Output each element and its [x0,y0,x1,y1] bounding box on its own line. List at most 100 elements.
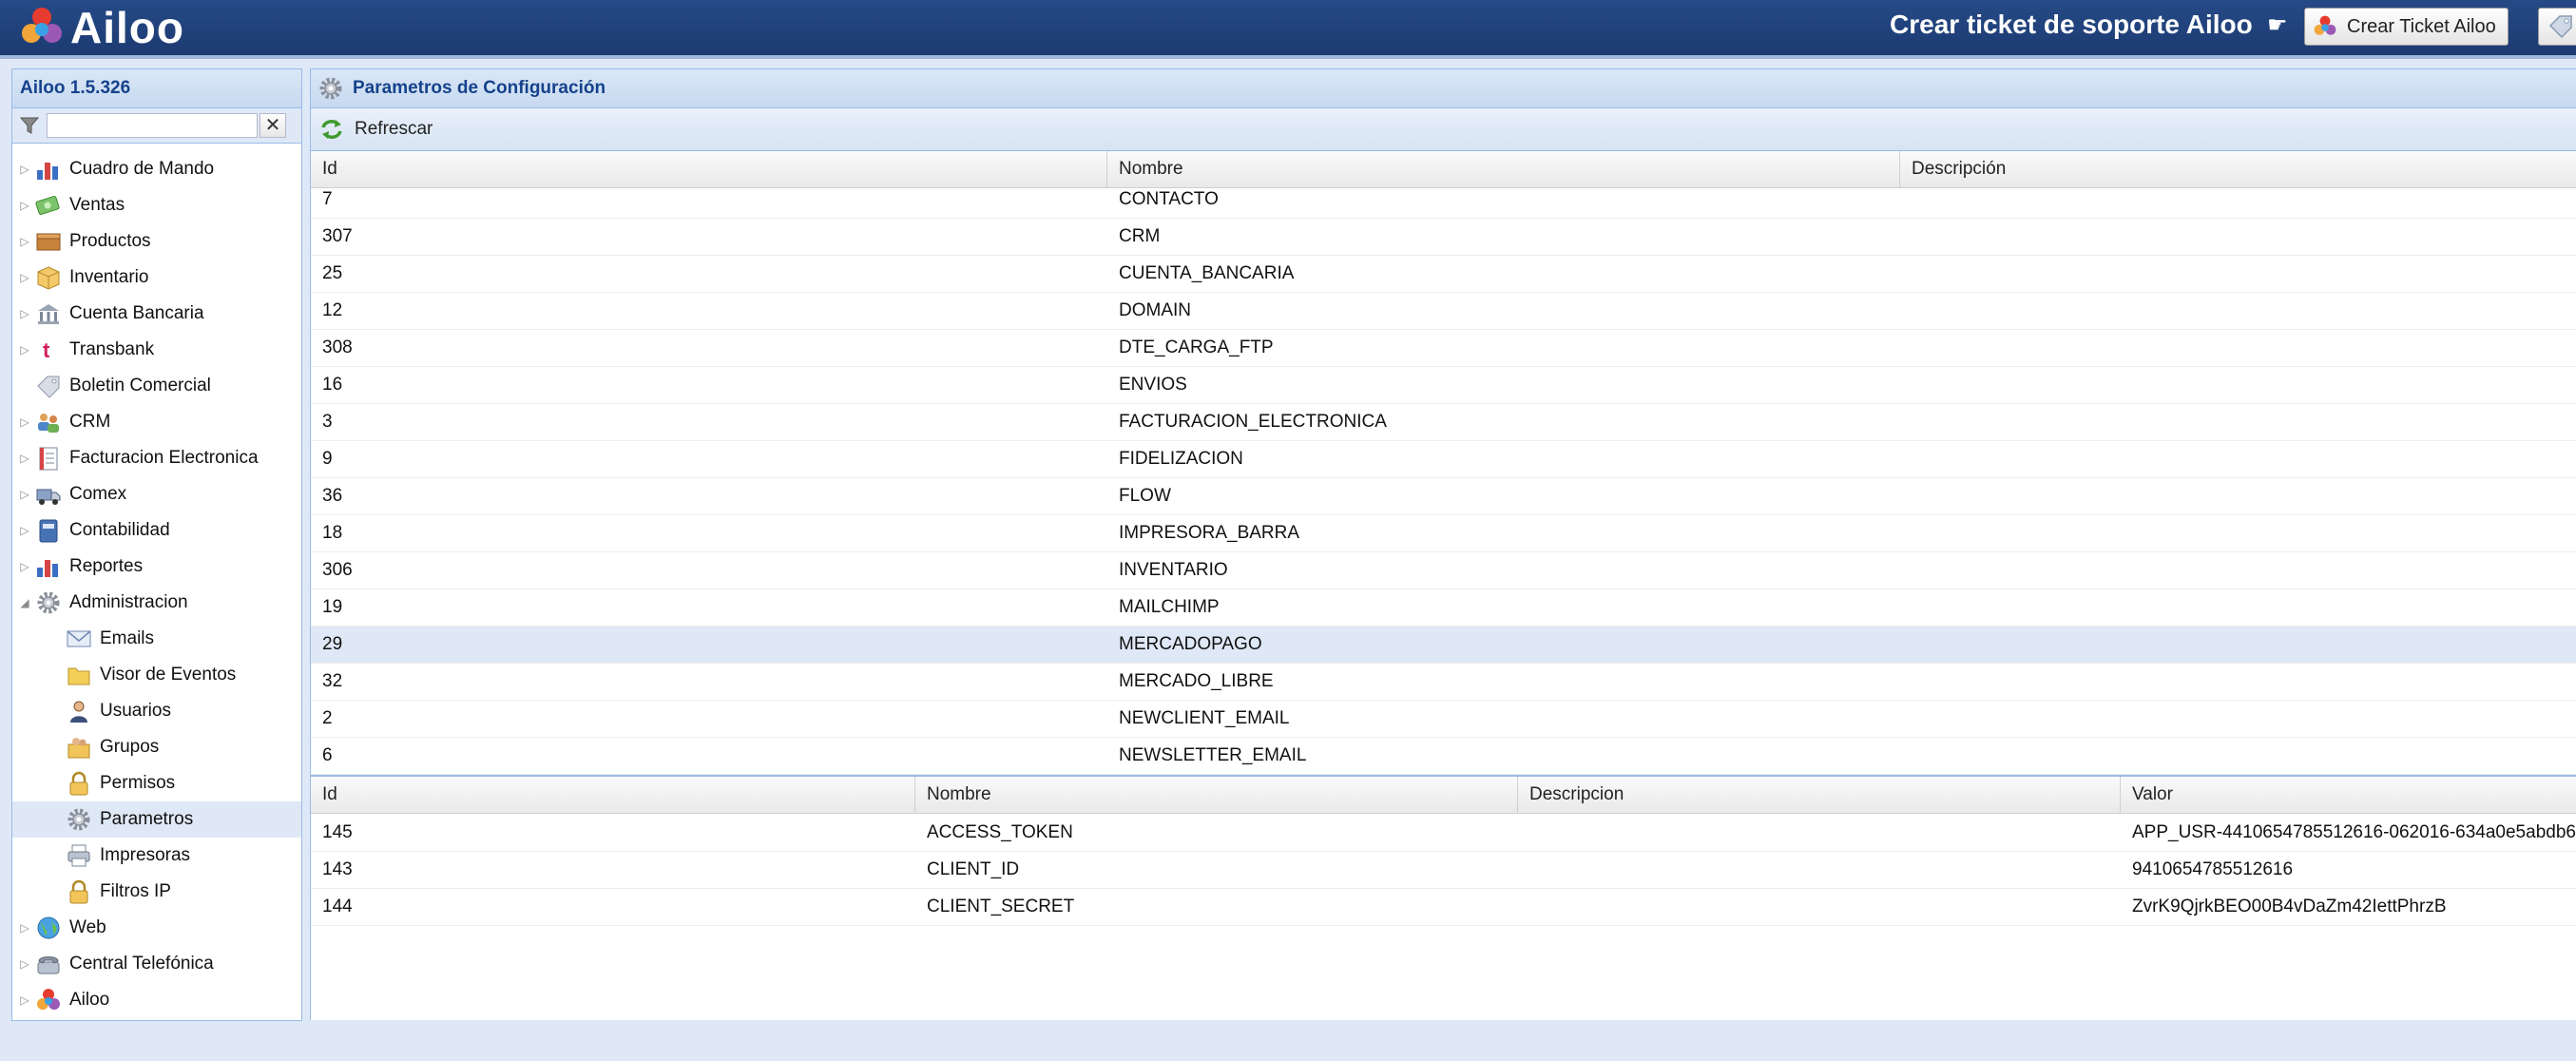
cell-descripcion [1518,815,2121,851]
tree-item-facturacion-electronica[interactable]: ▷ Facturacion Electronica [12,440,301,476]
collapse-arrow-icon[interactable]: ◢ [14,596,35,609]
table-row[interactable]: 16 ENVIOS [311,367,2576,404]
table-row[interactable]: 32 MERCADO_LIBRE [311,664,2576,701]
cell-descripcion [1900,219,2576,255]
tree-item-filtros-ip[interactable]: Filtros IP [12,874,301,910]
column-header-descripcion[interactable]: Descripción [1900,151,2576,187]
expand-arrow-icon[interactable]: ▷ [14,415,35,429]
table-row[interactable]: 145 ACCESS_TOKEN APP_USR-4410654785512616-… [311,815,2576,852]
table-row[interactable]: 2 NEWCLIENT_EMAIL [311,701,2576,738]
table-row[interactable]: 9 FIDELIZACION [311,441,2576,478]
column-header-descripcion[interactable]: Descripcion [1518,777,2121,813]
tree-item-administracion[interactable]: ◢ Administracion [12,585,301,621]
tree-item-visor-de-eventos[interactable]: Visor de Eventos [12,657,301,693]
tag-button[interactable] [2538,8,2576,46]
tree-item-reportes[interactable]: ▷ Reportes [12,549,301,585]
expand-arrow-icon[interactable]: ▷ [14,993,35,1007]
table-row[interactable]: 36 FLOW [311,478,2576,515]
cell-id: 3 [322,412,333,432]
table-row[interactable]: 306 INVENTARIO [311,552,2576,589]
tree-item-parametros[interactable]: Parametros [12,801,301,838]
tree-item-cuadro-de-mando[interactable]: ▷ Cuadro de Mando [12,151,301,187]
cell-id: 16 [322,375,343,395]
ailoo-logo[interactable]: Ailoo [19,4,184,51]
create-ticket-button[interactable]: Crear Ticket Ailoo [2304,8,2509,46]
tree-item-boletin-comercial[interactable]: Boletin Comercial [12,368,301,404]
bank-icon [38,304,59,324]
tree-item-ailoo[interactable]: ▷ Ailoo [12,982,301,1018]
tree-item-central-telefonica[interactable]: ▷ Central Telefónica [12,946,301,982]
tree-item-comex[interactable]: ▷ Comex [12,476,301,512]
table-row[interactable]: 18 IMPRESORA_BARRA [311,515,2576,552]
cell-valor: APP_USR-4410654785512616-062016-634a0e5a… [2132,822,2576,842]
tree-item-label: Reportes [69,556,144,576]
config-panel: Parametros de Configuración Refrescar Id… [310,68,2576,1020]
tree-item-contabilidad[interactable]: ▷ Contabilidad [12,512,301,549]
tree-item-emails[interactable]: Emails [12,621,301,657]
tree-item-crm[interactable]: ▷ CRM [12,404,301,440]
tree-item-label: Permisos [100,773,176,793]
table-row[interactable]: 7 CONTACTO [311,188,2576,219]
expand-arrow-icon[interactable]: ▷ [14,163,35,176]
expand-arrow-icon[interactable]: ▷ [14,488,35,501]
cell-nombre: ENVIOS [1119,375,1187,395]
column-header-nombre[interactable]: Nombre [915,777,1518,813]
tree-item-impresoras[interactable]: Impresoras [12,838,301,874]
tree-item-productos[interactable]: ▷ Productos [12,223,301,260]
table-row[interactable]: 308 DTE_CARGA_FTP [311,330,2576,367]
column-header-id[interactable]: Id [311,151,1107,187]
table-row[interactable]: 29 MERCADOPAGO [311,627,2576,664]
table-row[interactable]: 19 MAILCHIMP [311,589,2576,627]
tree-item-label: Ventas [69,195,125,215]
clear-filter-button[interactable]: ✕ [260,113,286,138]
table-row[interactable]: 6 NEWSLETTER_EMAIL [311,738,2576,775]
lock-icon [69,879,88,904]
expand-arrow-icon[interactable]: ▷ [14,235,35,248]
invoice-icon [39,447,58,471]
expand-arrow-icon[interactable]: ▷ [14,957,35,971]
tree-filter-input[interactable] [47,113,258,138]
tree-item-transbank[interactable]: ▷ t Transbank [12,332,301,368]
refresh-button[interactable]: Refrescar [318,116,433,143]
gear-icon [37,591,60,614]
tree-item-web[interactable]: ▷ Web [12,910,301,946]
expand-arrow-icon[interactable]: ▷ [14,524,35,537]
filter-icon [19,117,40,134]
expand-arrow-icon[interactable]: ▷ [14,343,35,357]
tree-item-grupos[interactable]: Grupos [12,729,301,765]
cell-descripcion [1900,404,2576,440]
expand-arrow-icon[interactable]: ▷ [14,560,35,573]
cell-id: 32 [322,671,343,691]
tree-item-label: Parametros [100,809,194,829]
tree-item-label: Comex [69,484,127,504]
tree-item-inventario[interactable]: ▷ Inventario [12,260,301,296]
expand-arrow-icon[interactable]: ▷ [14,452,35,465]
gear-icon [67,808,90,831]
cell-descripcion [1900,627,2576,663]
table-row[interactable]: 144 CLIENT_SECRET ZvrK9QjrkBEO00B4vDaZm42I… [311,889,2576,926]
panel-toolbar: Refrescar [311,108,2576,151]
tree-item-permisos[interactable]: Permisos [12,765,301,801]
tree-item-cuenta-bancaria[interactable]: ▷ Cuenta Bancaria [12,296,301,332]
table-row[interactable]: 12 DOMAIN [311,293,2576,330]
tree-item-usuarios[interactable]: Usuarios [12,693,301,729]
column-header-valor[interactable]: Valor [2121,777,2576,813]
expand-arrow-icon[interactable]: ▷ [14,921,35,935]
column-header-nombre[interactable]: Nombre [1107,151,1900,187]
tree-item-ventas[interactable]: ▷ Ventas [12,187,301,223]
cell-descripcion [1900,701,2576,737]
svg-text:t: t [43,338,50,362]
cell-nombre: FACTURACION_ELECTRONICA [1119,412,1387,432]
table-row[interactable]: 143 CLIENT_ID 9410654785512616 [311,852,2576,889]
table-row[interactable]: 307 CRM [311,219,2576,256]
cell-valor: ZvrK9QjrkBEO00B4vDaZm42IettPhrzB [2132,897,2447,916]
expand-arrow-icon[interactable]: ▷ [14,199,35,212]
column-header-id[interactable]: Id [311,777,915,813]
tree-item-label: Administracion [69,592,188,612]
table-row[interactable]: 3 FACTURACION_ELECTRONICA [311,404,2576,441]
expand-arrow-icon[interactable]: ▷ [14,271,35,284]
cell-nombre: CONTACTO [1119,189,1219,209]
table-row[interactable]: 25 CUENTA_BANCARIA [311,256,2576,293]
cell-id: 144 [322,897,353,916]
expand-arrow-icon[interactable]: ▷ [14,307,35,320]
